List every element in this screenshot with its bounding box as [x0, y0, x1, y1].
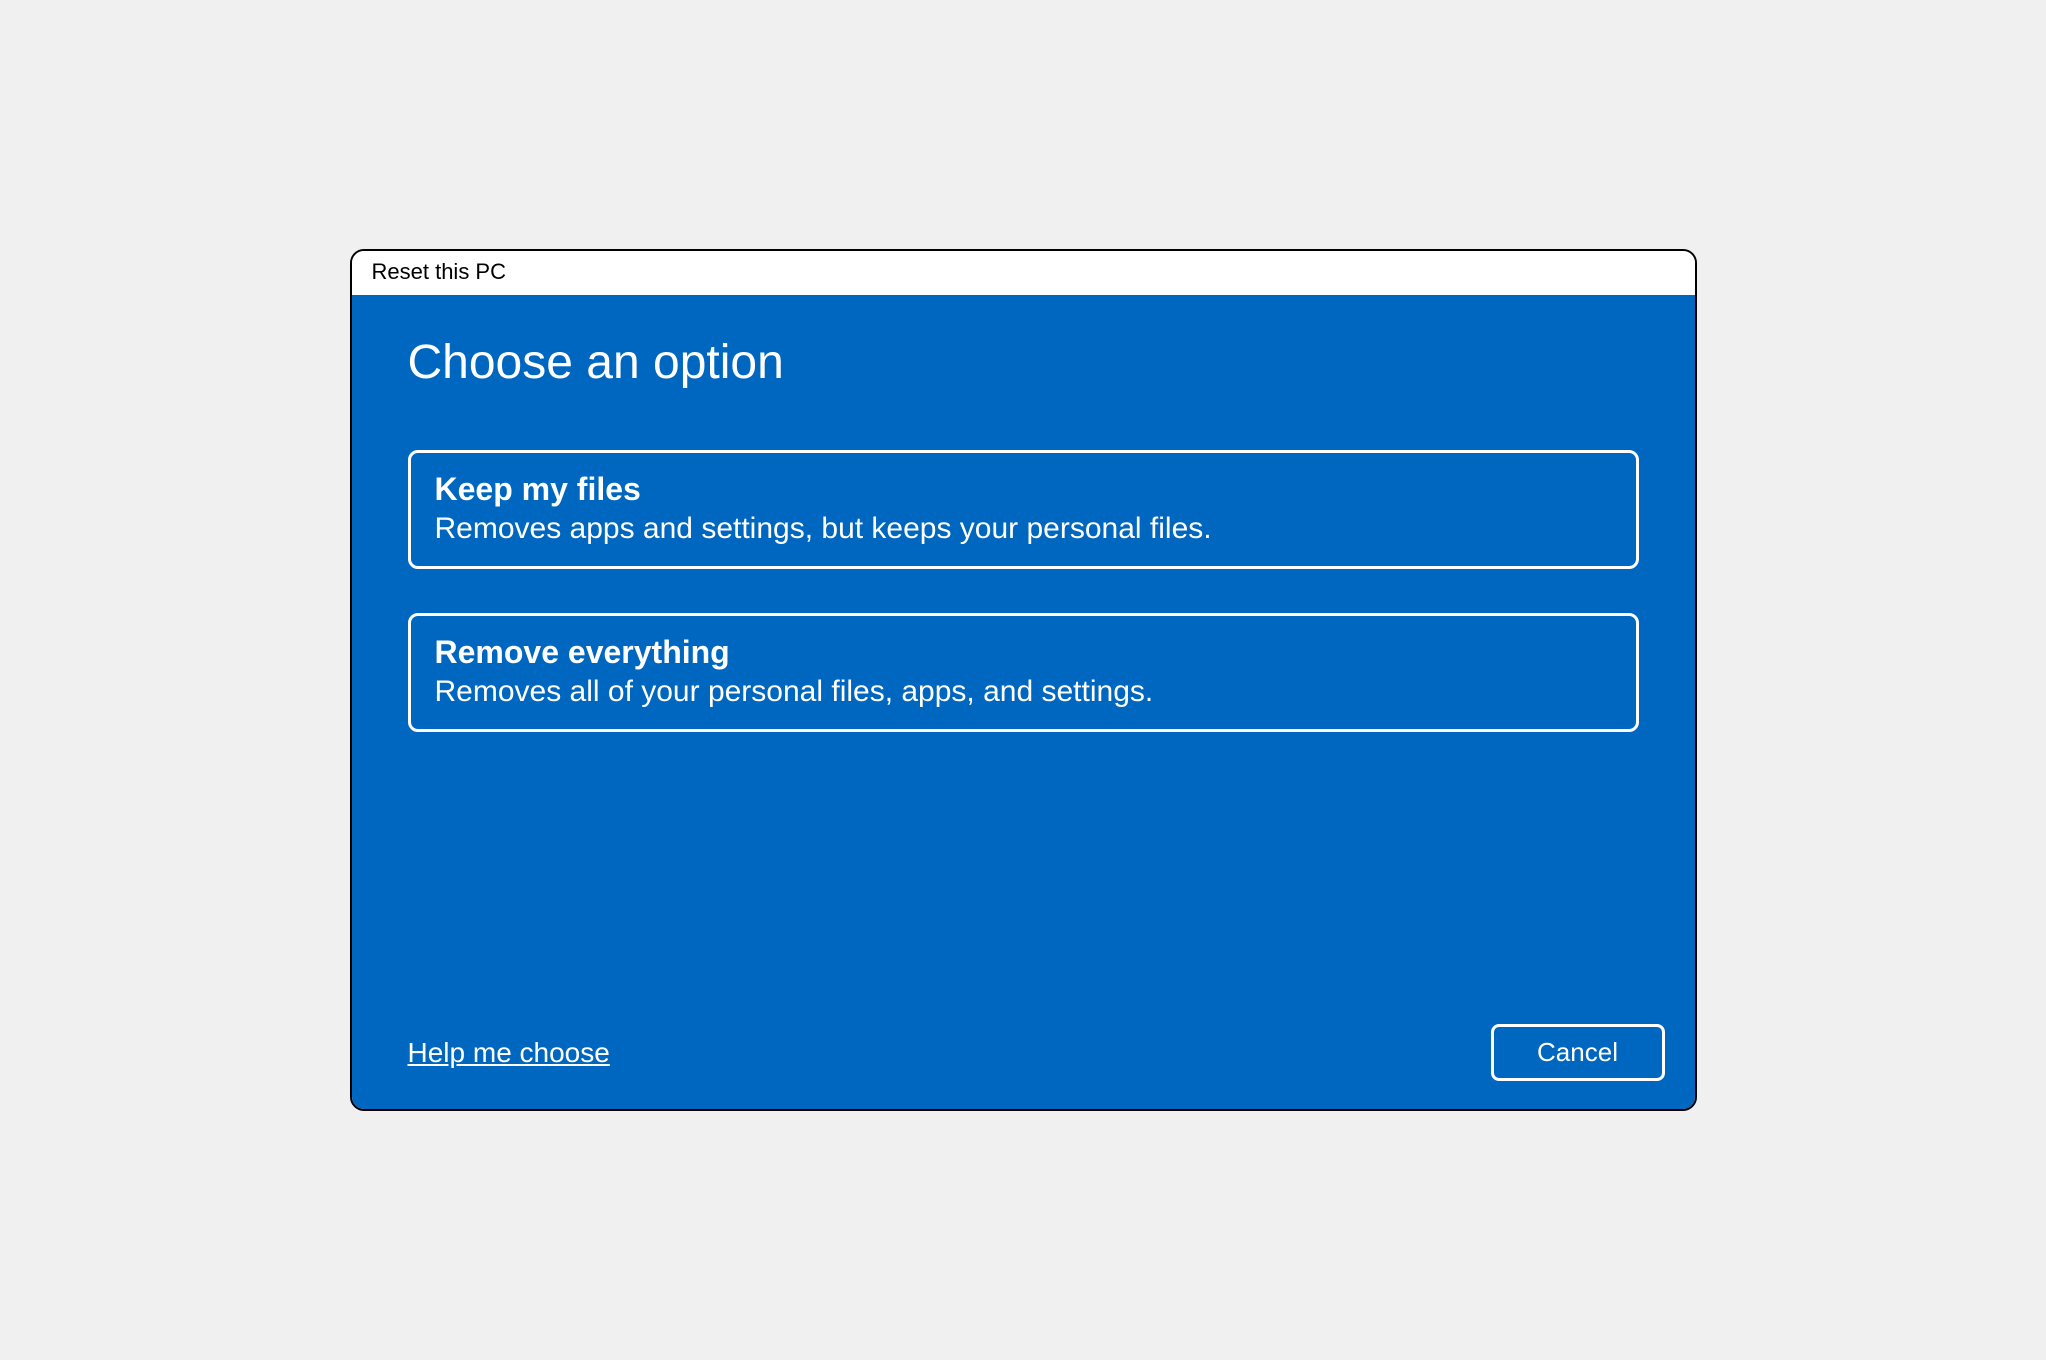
option-title: Remove everything	[435, 634, 1612, 671]
option-description: Removes all of your personal files, apps…	[435, 675, 1612, 709]
dialog-content: Choose an option Keep my files Removes a…	[352, 295, 1695, 1109]
option-remove-everything[interactable]: Remove everything Removes all of your pe…	[408, 613, 1639, 732]
window-title: Reset this PC	[372, 259, 507, 284]
reset-pc-dialog: Reset this PC Choose an option Keep my f…	[350, 249, 1697, 1111]
option-description: Removes apps and settings, but keeps you…	[435, 512, 1612, 546]
options-list: Keep my files Removes apps and settings,…	[408, 450, 1639, 732]
cancel-button[interactable]: Cancel	[1491, 1024, 1665, 1081]
window-titlebar: Reset this PC	[352, 251, 1695, 295]
page-heading: Choose an option	[408, 335, 1639, 390]
dialog-footer: Help me choose Cancel	[408, 1024, 1665, 1081]
option-title: Keep my files	[435, 471, 1612, 508]
help-me-choose-link[interactable]: Help me choose	[408, 1037, 610, 1069]
option-keep-my-files[interactable]: Keep my files Removes apps and settings,…	[408, 450, 1639, 569]
